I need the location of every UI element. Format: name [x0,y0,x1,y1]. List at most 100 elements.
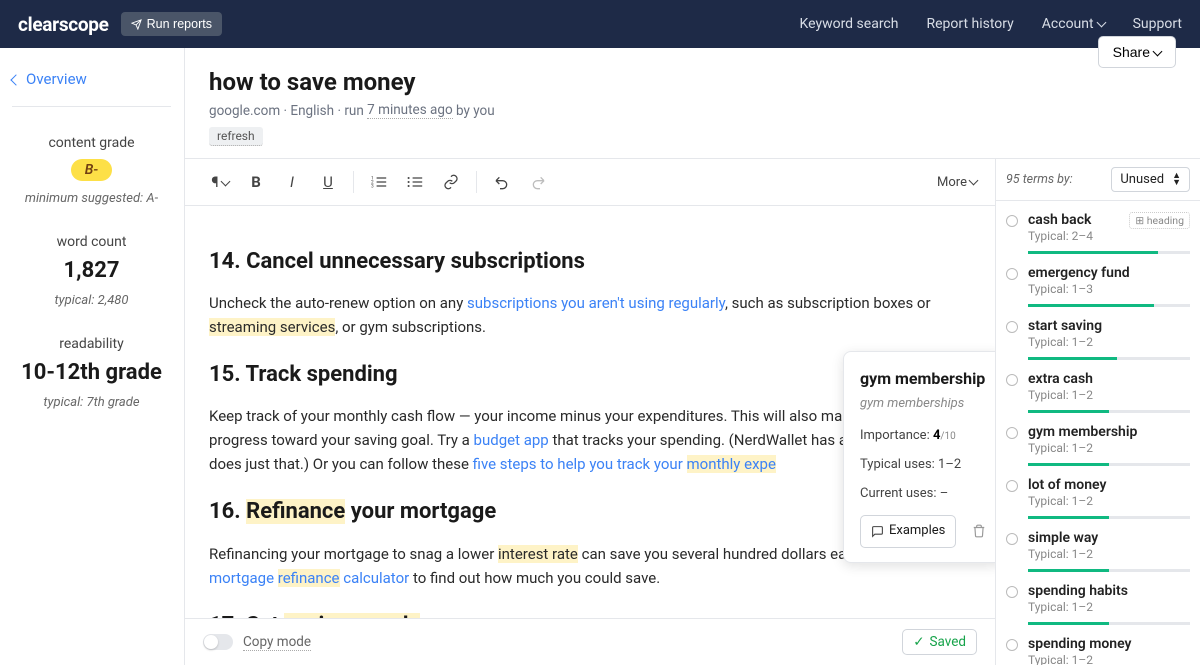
terms-sort-select[interactable]: Unused ▲▼ [1111,167,1190,192]
term-radio[interactable] [1006,639,1018,651]
chevron-left-icon [12,70,22,88]
metric-label: readability [12,336,171,352]
terms-sort-value: Unused [1120,172,1164,187]
examples-label: Examples [889,521,945,542]
meta-domain: google.com [209,103,280,119]
terms-list[interactable]: cash back Typical: 2–4 ⊞ heading emergen… [996,201,1200,665]
grade-pill: B- [71,159,113,181]
term-radio[interactable] [1006,321,1018,333]
term-radio[interactable] [1006,268,1018,280]
term-typical: Typical: 1–2 [1028,494,1190,508]
unordered-list-button[interactable] [398,165,432,199]
term-row[interactable]: cash back Typical: 2–4 ⊞ heading [996,201,1200,254]
term-name: emergency fund [1028,265,1190,281]
meta-by: by you [456,103,495,119]
term-typical: Typical: 1–2 [1028,388,1190,402]
term-row[interactable]: extra cash Typical: 1–2 [996,360,1200,413]
terms-header: 95 terms by: Unused ▲▼ [996,159,1200,201]
svg-text:3: 3 [371,184,374,189]
term-typical: Typical: 1–2 [1028,335,1190,349]
examples-button[interactable]: Examples [860,515,956,548]
term-typical: Typical: 1–2 [1028,547,1190,561]
page-title: how to save money [209,68,1098,96]
separator [353,171,354,193]
term-radio[interactable] [1006,427,1018,439]
redo-button[interactable] [521,165,555,199]
term-radio[interactable] [1006,586,1018,598]
bold-button[interactable]: B [239,165,273,199]
term-badge: ⊞ heading [1129,212,1190,229]
underline-button[interactable]: U [311,165,345,199]
term-row[interactable]: start saving Typical: 1–2 [996,307,1200,360]
run-reports-button[interactable]: Run reports [121,12,222,36]
overview-link[interactable]: Overview [12,70,171,107]
metric-sub: typical: 7th grade [12,395,171,410]
term-radio[interactable] [1006,480,1018,492]
highlighted-term: savings goals [284,613,419,618]
link[interactable]: budget app [474,431,549,449]
link[interactable]: subscriptions you aren't using regularly [467,294,725,312]
metric-content-grade: content grade B- minimum suggested: A- [12,135,171,206]
term-row[interactable]: simple way Typical: 1–2 [996,519,1200,572]
metric-value: 1,827 [12,258,171,283]
share-label: Share [1113,44,1150,60]
metric-value: 10-12th grade [12,360,171,385]
nav-report-history[interactable]: Report history [926,16,1013,32]
popup-current: Current uses: – [860,484,986,505]
editor-footer: Copy mode ✓ Saved [185,618,995,665]
meta-row: google.com · English · run 7 minutes ago… [209,102,1098,119]
nav-keyword-search[interactable]: Keyword search [800,16,899,32]
popup-typical: Typical uses: 1–2 [860,455,986,476]
ordered-list-button[interactable]: 123 [362,165,396,199]
chevron-down-icon [222,173,229,191]
italic-button[interactable]: I [275,165,309,199]
metric-word-count: word count 1,827 typical: 2,480 [12,234,171,308]
undo-button[interactable] [485,165,519,199]
sidebar: Overview content grade B- minimum sugges… [0,48,184,665]
meta-run-prefix: run [344,103,363,119]
chat-icon [871,525,884,538]
meta-lang: English [290,103,334,119]
link[interactable]: five steps to help you track your [473,455,687,473]
term-row[interactable]: emergency fund Typical: 1–3 [996,254,1200,307]
paragraph-button[interactable]: ¶ [203,165,237,199]
term-radio[interactable] [1006,533,1018,545]
term-radio[interactable] [1006,215,1018,227]
term-row[interactable]: spending money Typical: 1–2 [996,625,1200,665]
highlighted-term: streaming services [209,318,335,336]
refresh-button[interactable]: refresh [209,127,263,146]
term-name: extra cash [1028,371,1190,387]
metric-label: word count [12,234,171,250]
popup-importance: Importance: 4/10 [860,426,986,447]
share-button[interactable]: Share [1098,36,1176,68]
term-row[interactable]: gym membership Typical: 1–2 [996,413,1200,466]
meta-run-time[interactable]: 7 minutes ago [367,102,452,119]
link[interactable]: mortgage refinance calculator [209,569,409,587]
separator [476,171,477,193]
popup-subtitle: gym memberships [860,394,986,415]
metric-sub: minimum suggested: A- [12,191,171,206]
term-typical: Typical: 1–3 [1028,282,1190,296]
chevron-down-icon [1154,44,1161,60]
check-icon: ✓ [913,634,924,650]
term-row[interactable]: spending habits Typical: 1–2 [996,572,1200,625]
trash-icon[interactable] [972,524,986,538]
copy-mode-toggle[interactable] [203,634,233,650]
nav-account-label: Account [1042,16,1094,32]
nav-account[interactable]: Account [1042,16,1105,32]
nav-support[interactable]: Support [1133,16,1182,32]
editor-body[interactable]: 14. Cancel unnecessary subscriptions Unc… [185,206,995,618]
heading-17: 17. Set savings goals [209,608,971,618]
metric-readability: readability 10-12th grade typical: 7th g… [12,336,171,410]
more-button[interactable]: More [937,175,977,190]
page-header: how to save money google.com · English ·… [185,48,1200,158]
link-button[interactable] [434,165,468,199]
highlighted-term[interactable]: monthly expe [687,455,776,473]
saved-label: Saved [930,634,967,650]
terms-count-label: 95 terms by: [1006,172,1073,187]
term-radio[interactable] [1006,374,1018,386]
term-row[interactable]: lot of money Typical: 1–2 [996,466,1200,519]
run-reports-label: Run reports [147,17,212,31]
term-typical: Typical: 2–4 [1028,229,1190,243]
term-typical: Typical: 1–2 [1028,600,1190,614]
